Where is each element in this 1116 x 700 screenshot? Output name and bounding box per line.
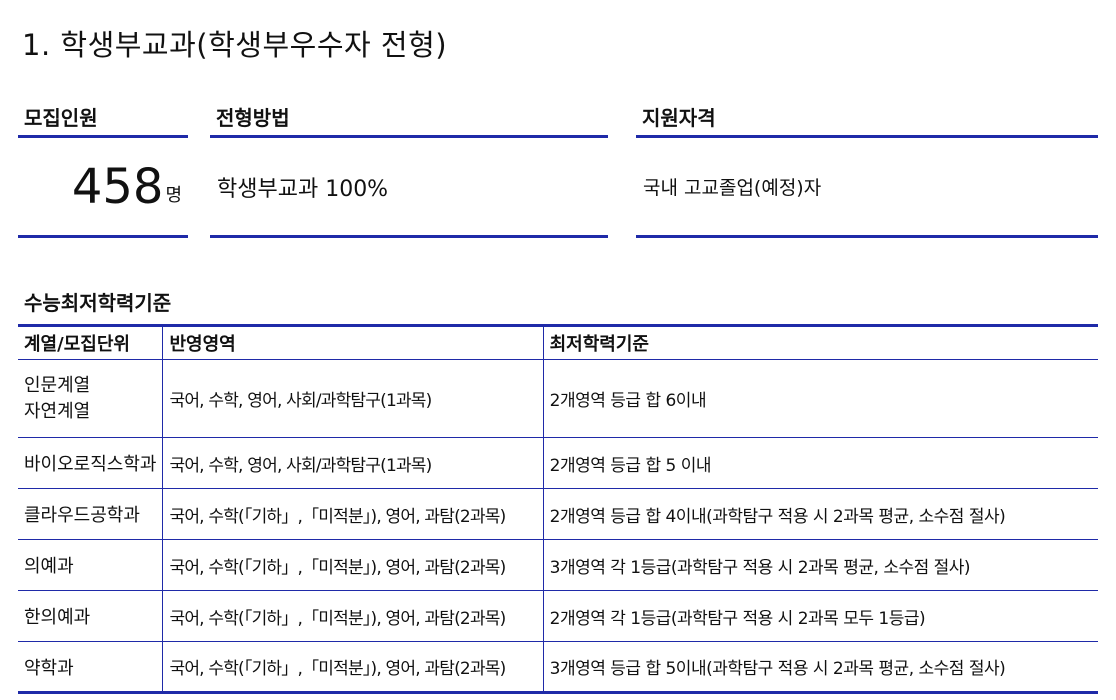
table-row: 바이오로직스학과 국어, 수학, 영어, 사회/과학탐구(1과목) 2개영역 등…	[18, 437, 1098, 489]
table-row: 약학과 국어, 수학(「기하」,「미적분」), 영어, 과탐(2과목) 3개영역…	[18, 641, 1098, 694]
csat-section-title: 수능최저학력기준	[24, 291, 172, 315]
recruit-header: 모집인원	[18, 100, 188, 138]
unit-cell: 약학과	[18, 641, 164, 694]
recruit-number: 458	[71, 158, 164, 215]
recruit-count-section: 모집인원 458 명	[18, 100, 188, 238]
criterion-cell: 2개영역 등급 합 6이내	[542, 359, 1098, 438]
unit-cell: 인문계열 자연계열	[18, 359, 164, 438]
areas-cell: 국어, 수학(「기하」,「미적분」), 영어, 과탐(2과목)	[162, 488, 544, 540]
areas-cell: 국어, 수학(「기하」,「미적분」), 영어, 과탐(2과목)	[162, 590, 544, 642]
method-value: 학생부교과 100%	[210, 138, 608, 238]
column-header-criterion: 최저학력기준	[542, 324, 1098, 360]
criterion-cell: 2개영역 등급 합 4이내(과학탐구 적용 시 2과목 평균, 소수점 절사)	[542, 488, 1098, 540]
method-header: 전형방법	[210, 100, 608, 138]
areas-cell: 국어, 수학, 영어, 사회/과학탐구(1과목)	[162, 359, 544, 438]
areas-cell: 국어, 수학(「기하」,「미적분」), 영어, 과탐(2과목)	[162, 539, 544, 591]
criterion-cell: 2개영역 각 1등급(과학탐구 적용 시 2과목 모두 1등급)	[542, 590, 1098, 642]
criterion-cell: 3개영역 등급 합 5이내(과학탐구 적용 시 2과목 평균, 소수점 절사)	[542, 641, 1098, 694]
unit-cell: 한의예과	[18, 590, 164, 642]
recruit-value: 458 명	[18, 138, 188, 238]
qualification-header: 지원자격	[636, 100, 1098, 138]
table-header-row: 계열/모집단위 반영영역 최저학력기준	[18, 324, 1098, 360]
selection-method-section: 전형방법 학생부교과 100%	[210, 100, 608, 238]
column-header-areas: 반영영역	[162, 324, 544, 360]
qualification-section: 지원자격 국내 고교졸업(예정)자	[636, 100, 1098, 238]
unit-cell: 클라우드공학과	[18, 488, 164, 540]
table-row: 한의예과 국어, 수학(「기하」,「미적분」), 영어, 과탐(2과목) 2개영…	[18, 590, 1098, 642]
column-header-unit: 계열/모집단위	[18, 324, 164, 360]
csat-criteria-table: 계열/모집단위 반영영역 최저학력기준 인문계열 자연계열 국어, 수학, 영어…	[18, 324, 1098, 694]
criterion-cell: 2개영역 등급 합 5 이내	[542, 437, 1098, 489]
table-row: 클라우드공학과 국어, 수학(「기하」,「미적분」), 영어, 과탐(2과목) …	[18, 488, 1098, 540]
areas-cell: 국어, 수학(「기하」,「미적분」), 영어, 과탐(2과목)	[162, 641, 544, 694]
criterion-cell: 3개영역 각 1등급(과학탐구 적용 시 2과목 평균, 소수점 절사)	[542, 539, 1098, 591]
table-row: 인문계열 자연계열 국어, 수학, 영어, 사회/과학탐구(1과목) 2개영역 …	[18, 359, 1098, 438]
unit-label-secondary: 자연계열	[24, 400, 91, 422]
unit-cell: 의예과	[18, 539, 164, 591]
areas-cell: 국어, 수학, 영어, 사회/과학탐구(1과목)	[162, 437, 544, 489]
page-title: 1. 학생부교과(학생부우수자 전형)	[22, 28, 448, 62]
qualification-value: 국내 고교졸업(예정)자	[636, 138, 1098, 238]
unit-cell: 바이오로직스학과	[18, 437, 164, 489]
unit-label: 인문계열	[24, 374, 91, 396]
table-row: 의예과 국어, 수학(「기하」,「미적분」), 영어, 과탐(2과목) 3개영역…	[18, 539, 1098, 591]
recruit-unit: 명	[165, 185, 182, 206]
